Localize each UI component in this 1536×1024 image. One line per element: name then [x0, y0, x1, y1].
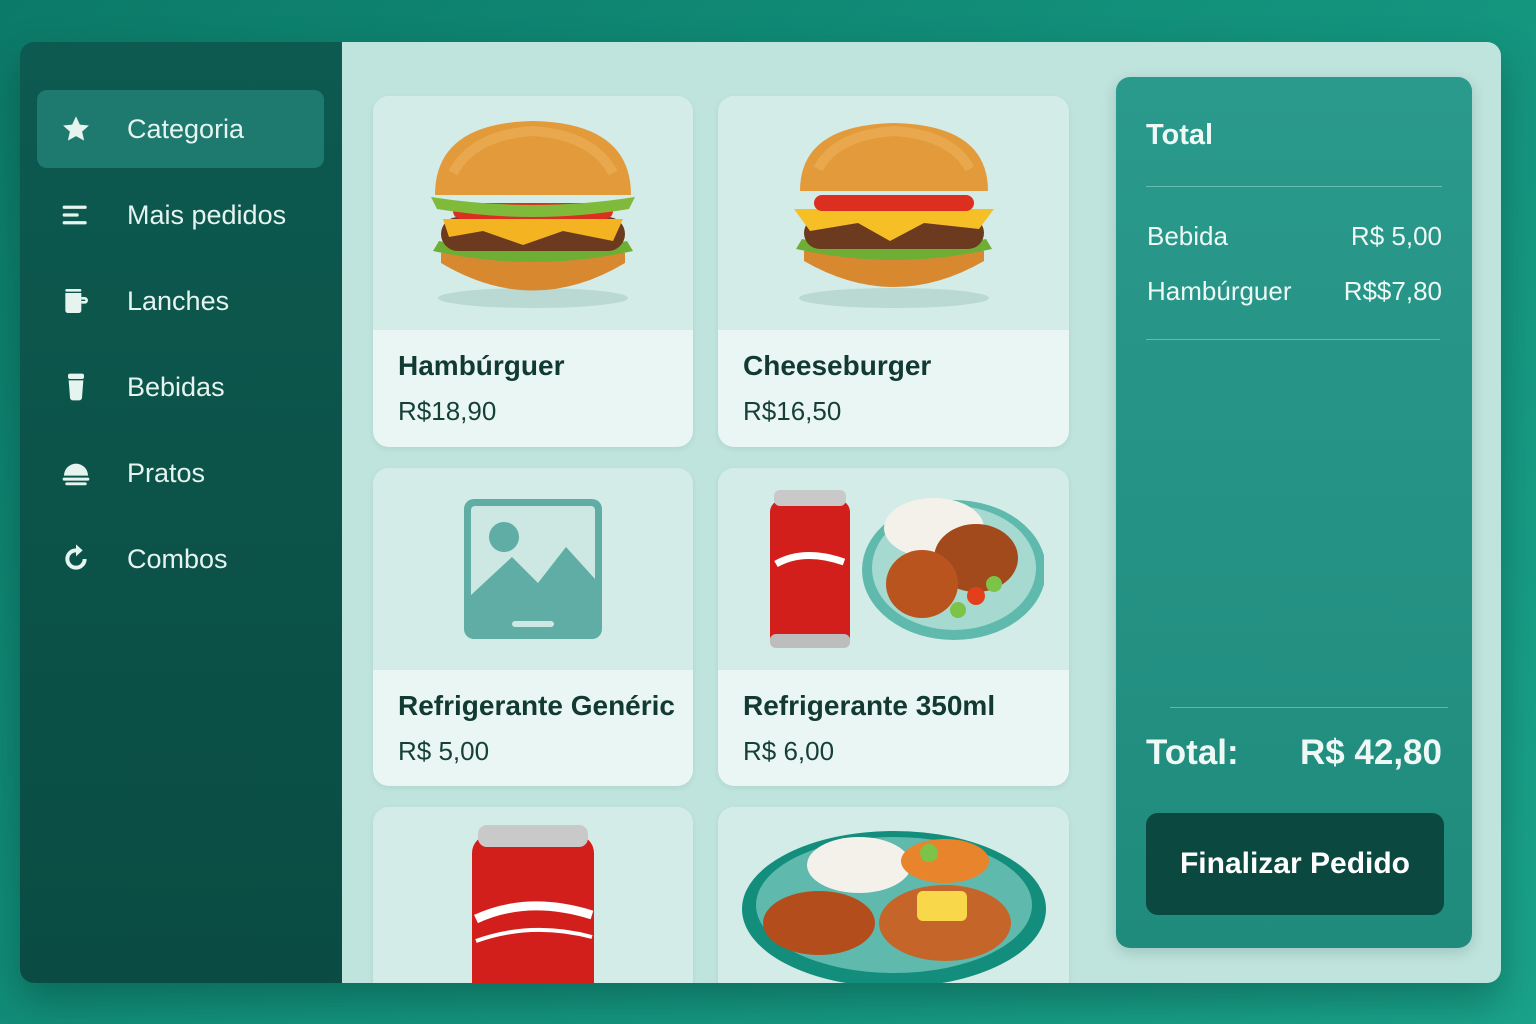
- divider: [1170, 707, 1448, 708]
- sidebar-item-label: Pratos: [127, 457, 206, 488]
- mug-icon: [59, 284, 93, 318]
- order-line-item: Bebida R$ 5,00: [1147, 221, 1442, 252]
- sidebar-item-label: Bebidas: [127, 371, 225, 402]
- order-item-label: Hambúrguer: [1147, 276, 1292, 306]
- category-sidebar: Categoria Mais pedidos Lanches Bebidas P…: [20, 42, 342, 983]
- soda-can-image: [373, 807, 693, 983]
- product-area: Hambúrguer R$18,90 Cheeseburger R$16,50: [342, 42, 1501, 983]
- sidebar-item-label: Combos: [127, 543, 228, 574]
- product-name: Refrigerante Genéric: [398, 690, 675, 721]
- product-price: R$ 6,00: [743, 736, 835, 766]
- order-item-label: Bebida: [1147, 221, 1228, 251]
- sidebar-item-pratos[interactable]: Pratos: [37, 434, 324, 512]
- burger-image: [373, 96, 693, 330]
- cheeseburger-image: [718, 96, 1069, 330]
- product-price: R$16,50: [743, 396, 842, 426]
- sidebar-item-mais-pedidos[interactable]: Mais pedidos: [37, 176, 324, 254]
- product-price: R$18,90: [398, 396, 497, 426]
- product-name: Refrigerante 350ml: [743, 690, 996, 721]
- product-name: Cheeseburger: [743, 350, 932, 381]
- divider: [1146, 186, 1442, 187]
- divider: [1146, 339, 1440, 340]
- sidebar-item-combos[interactable]: Combos: [37, 520, 324, 598]
- product-price: R$ 5,00: [398, 736, 490, 766]
- sidebar-item-label: Lanches: [127, 285, 230, 316]
- soda-combo-image: [718, 468, 1069, 670]
- order-line-item: Hambúrguer R$$7,80: [1147, 276, 1442, 307]
- order-summary-panel: Total Bebida R$ 5,00 Hambúrguer R$$7,80 …: [1116, 77, 1472, 948]
- sidebar-item-lanches[interactable]: Lanches: [37, 262, 324, 340]
- star-icon: [59, 112, 93, 146]
- order-item-amount: R$$7,80: [1343, 276, 1442, 306]
- sidebar-item-label: Mais pedidos: [127, 199, 287, 230]
- refresh-icon: [59, 542, 93, 576]
- cup-icon: [59, 370, 93, 404]
- product-card-hamburguer[interactable]: Hambúrguer R$18,90: [373, 96, 693, 447]
- product-card-plate-meal[interactable]: [718, 807, 1069, 983]
- list-icon: [59, 198, 93, 232]
- order-total: Total: R$ 42,80: [1146, 733, 1442, 773]
- product-card-refrigerante-generico[interactable]: Refrigerante Genéric R$ 5,00: [373, 468, 693, 786]
- product-name: Hambúrguer: [398, 350, 565, 381]
- image-placeholder-icon: [373, 468, 693, 670]
- app-window: Categoria Mais pedidos Lanches Bebidas P…: [20, 42, 1501, 983]
- finalize-order-button[interactable]: Finalizar Pedido: [1146, 813, 1444, 915]
- total-label: Total:: [1146, 733, 1239, 772]
- sidebar-item-categoria[interactable]: Categoria: [37, 90, 324, 168]
- product-card-soda-can[interactable]: [373, 807, 693, 983]
- sidebar-item-bebidas[interactable]: Bebidas: [37, 348, 324, 426]
- cloche-icon: [59, 456, 93, 490]
- total-value: R$ 42,80: [1299, 733, 1442, 772]
- product-card-cheeseburger[interactable]: Cheeseburger R$16,50: [718, 96, 1069, 447]
- plate-meal-image: [718, 807, 1069, 983]
- panel-title: Total: [1146, 119, 1214, 151]
- sidebar-item-label: Categoria: [127, 113, 245, 144]
- product-card-refrigerante-350ml[interactable]: Refrigerante 350ml R$ 6,00: [718, 468, 1069, 786]
- order-item-amount: R$ 5,00: [1350, 221, 1442, 251]
